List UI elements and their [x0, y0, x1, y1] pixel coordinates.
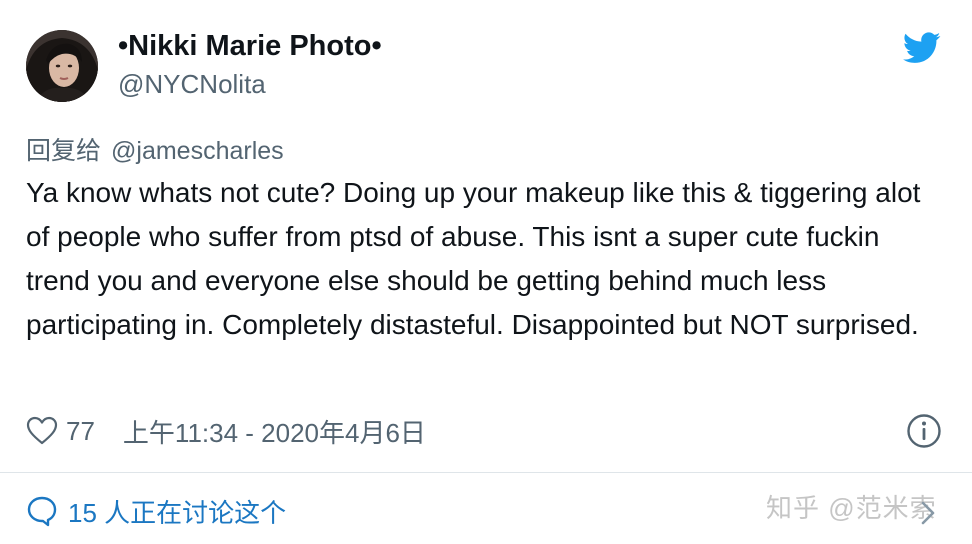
info-icon[interactable]: [906, 413, 942, 449]
author-display-name[interactable]: •Nikki Marie Photo•: [118, 30, 382, 63]
watermark: 知乎 @范米索: [766, 493, 937, 523]
heart-icon[interactable]: [26, 416, 58, 446]
chevron-right-icon[interactable]: [918, 500, 938, 526]
tweet-card: •Nikki Marie Photo• @NYCNolita 回复给 @james…: [0, 0, 972, 544]
like-count[interactable]: 77: [66, 416, 95, 447]
reply-to-handle[interactable]: @jamescharles: [111, 137, 284, 165]
speech-bubble-icon: [27, 496, 57, 527]
tweet-text: Ya know whats not cute? Doing up your ma…: [26, 177, 921, 340]
reply-label: 回复给: [26, 137, 102, 165]
avatar-image: [26, 30, 98, 102]
divider: [0, 472, 972, 473]
twitter-bird-icon[interactable]: [903, 32, 941, 64]
tweet-meta: 77 上午11:34 - 2020年4月6日: [26, 411, 426, 451]
reply-context: 回复给 @jamescharles: [26, 131, 284, 167]
author-handle[interactable]: @NYCNolita: [118, 69, 266, 100]
discussion-link[interactable]: 15 人正在讨论这个: [26, 492, 286, 530]
avatar[interactable]: [26, 30, 98, 102]
discussion-label[interactable]: 15 人正在讨论这个: [68, 493, 286, 530]
tweet-timestamp[interactable]: 上午11:34 - 2020年4月6日: [123, 413, 426, 450]
